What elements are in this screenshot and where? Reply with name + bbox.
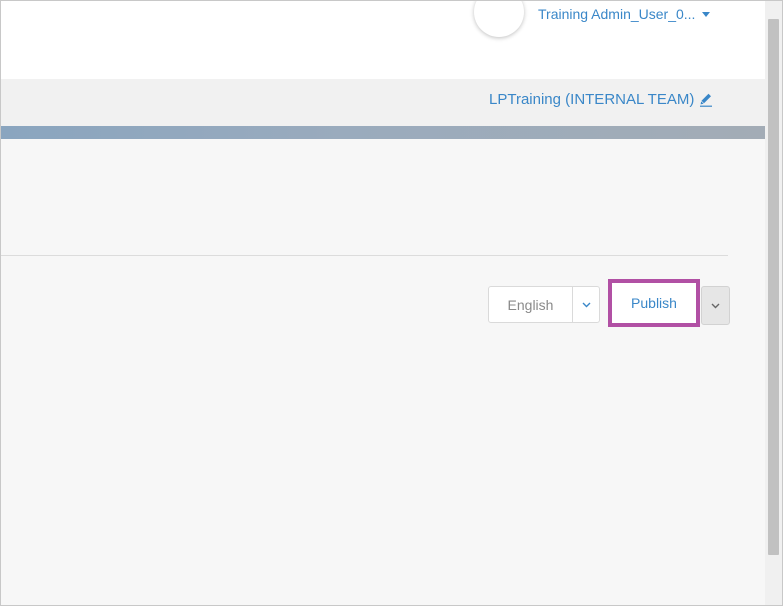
account-name: LPTraining (INTERNAL TEAM): [489, 91, 695, 108]
language-value: English: [489, 287, 573, 322]
user-menu[interactable]: Training Admin_User_0...: [538, 6, 711, 22]
user-name: Training Admin_User_0...: [538, 6, 696, 22]
user-avatar[interactable]: [474, 1, 524, 37]
top-header: Training Admin_User_0...: [1, 1, 765, 79]
language-select[interactable]: English: [488, 286, 600, 323]
app-window: Training Admin_User_0... LPTraining (INT…: [0, 0, 783, 606]
pencil-icon[interactable]: [700, 93, 713, 107]
section-divider: [1, 255, 728, 256]
scrollbar-thumb[interactable]: [768, 19, 779, 555]
publish-label: Publish: [631, 295, 677, 311]
chevron-down-icon[interactable]: [573, 287, 599, 322]
vertical-scrollbar[interactable]: [765, 1, 782, 605]
chevron-down-icon: [711, 303, 720, 308]
publish-button[interactable]: Publish: [608, 279, 700, 327]
caret-down-icon: [702, 11, 711, 17]
publish-options-button[interactable]: [701, 286, 730, 325]
accent-strip: [1, 126, 765, 139]
account-name-link[interactable]: LPTraining (INTERNAL TEAM): [489, 91, 713, 108]
